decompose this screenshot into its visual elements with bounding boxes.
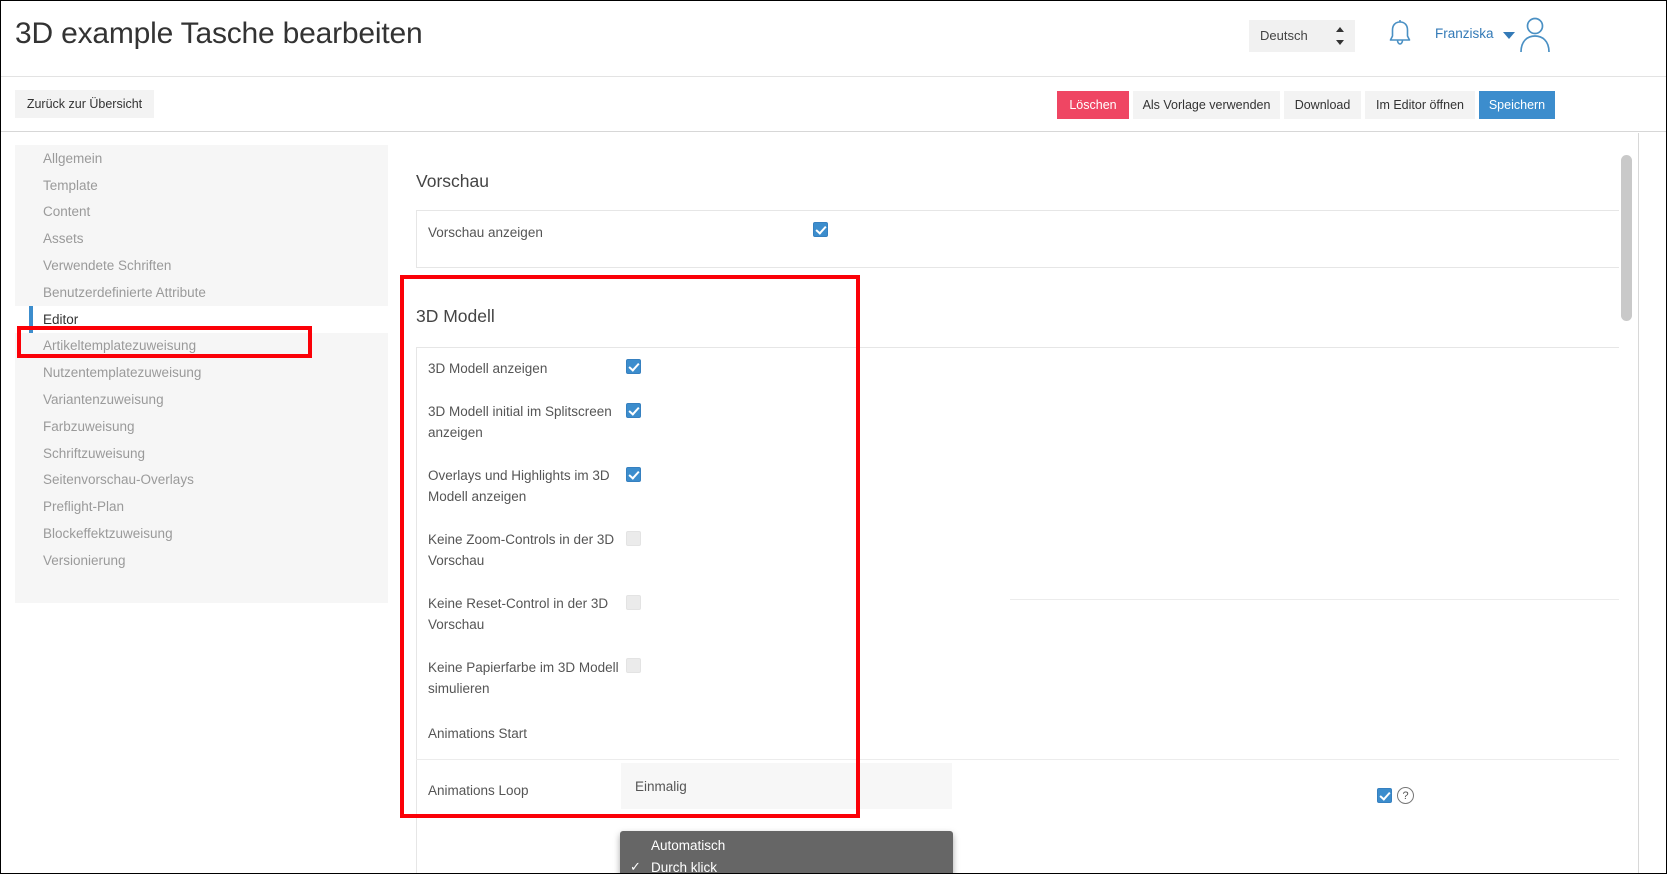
bell-icon	[1385, 17, 1415, 51]
preview-section-title: Vorschau	[416, 171, 489, 192]
sidebar-item-label: Allgemein	[43, 151, 102, 166]
sidebar-item-label: Verwendete Schriften	[43, 258, 171, 273]
notifications-button[interactable]	[1385, 17, 1415, 51]
model-no-reset-control-label: Keine Reset-Control in der 3D Vorschau	[428, 594, 623, 635]
sidebar-item-label: Template	[43, 178, 98, 193]
sidebar-item-artikeltemplatezuweisung[interactable]: Artikeltemplatezuweisung	[15, 333, 388, 360]
model-no-paper-color-checkbox[interactable]	[626, 658, 641, 673]
application-window: 3D example Tasche bearbeiten Deutsch Fra…	[0, 0, 1667, 874]
animation-loop-select[interactable]: Einmalig	[621, 763, 952, 809]
select-stepper-icon	[1335, 27, 1344, 45]
sidebar-item-editor[interactable]: Editor	[15, 306, 388, 333]
model-show-label: 3D Modell anzeigen	[428, 359, 623, 380]
sidebar-item-label: Content	[43, 204, 90, 219]
sidebar-item-template[interactable]: Template	[15, 172, 388, 199]
dropdown-option-label: Durch klick	[651, 860, 717, 874]
animation-start-dropdown[interactable]: Automatisch ✓ Durch klick	[620, 831, 953, 874]
settings-sidebar: Allgemein Template Content Assets Verwen…	[15, 145, 388, 603]
sidebar-item-label: Nutzentemplatezuweisung	[43, 365, 201, 380]
sidebar-item-label: Variantenzuweisung	[43, 392, 164, 407]
sidebar-item-schriftzuweisung[interactable]: Schriftzuweisung	[15, 440, 388, 467]
sidebar-item-label: Preflight-Plan	[43, 499, 124, 514]
save-button[interactable]: Speichern	[1479, 91, 1555, 119]
sidebar-item-label: Editor	[43, 312, 78, 327]
model-overlays-checkbox[interactable]	[626, 467, 641, 482]
preview-show-label: Vorschau anzeigen	[428, 223, 543, 244]
model-no-zoom-controls-label: Keine Zoom-Controls in der 3D Vorschau	[428, 530, 620, 571]
content-edge-line	[1638, 133, 1639, 874]
page-body: Allgemein Template Content Assets Verwen…	[1, 133, 1666, 874]
sidebar-item-verwendete-schriften[interactable]: Verwendete Schriften	[15, 252, 388, 279]
app-header: 3D example Tasche bearbeiten Deutsch Fra…	[1, 1, 1666, 77]
model-overlays-label: Overlays und Highlights im 3D Modell anz…	[428, 466, 620, 507]
back-to-overview-button[interactable]: Zurück zur Übersicht	[15, 90, 154, 118]
model-splitscreen-checkbox[interactable]	[626, 403, 641, 418]
dropdown-option-label: Automatisch	[651, 838, 725, 853]
page-title: 3D example Tasche bearbeiten	[15, 17, 422, 51]
help-icon[interactable]: ?	[1397, 787, 1414, 804]
sidebar-item-label: Blockeffektzuweisung	[43, 526, 173, 541]
sidebar-item-blockeffektzuweisung[interactable]: Blockeffektzuweisung	[15, 520, 388, 547]
animation-loop-label: Animations Loop	[428, 781, 529, 802]
panel-separator-right	[1010, 599, 1625, 600]
sidebar-item-variantenzuweisung[interactable]: Variantenzuweisung	[15, 386, 388, 413]
bottom-toggle-checkbox[interactable]	[1377, 788, 1392, 803]
sidebar-item-label: Artikeltemplatezuweisung	[43, 338, 196, 353]
settings-content: Vorschau Vorschau anzeigen 3D Modell 3D …	[402, 133, 1642, 874]
sidebar-item-label: Seitenvorschau-Overlays	[43, 472, 194, 487]
language-select-value: Deutsch	[1260, 28, 1308, 43]
model-section-title: 3D Modell	[416, 306, 495, 327]
checkmark-icon: ✓	[630, 859, 641, 874]
sidebar-item-benutzerdefinierte-attribute[interactable]: Benutzerdefinierte Attribute	[15, 279, 388, 306]
preview-panel	[416, 210, 1625, 268]
sidebar-item-preflight-plan[interactable]: Preflight-Plan	[15, 493, 388, 520]
user-menu-label[interactable]: Franziska	[1435, 26, 1494, 41]
sidebar-item-allgemein[interactable]: Allgemein	[15, 145, 388, 172]
sidebar-item-label: Farbzuweisung	[43, 419, 135, 434]
model-no-zoom-controls-checkbox[interactable]	[626, 531, 641, 546]
sidebar-item-versionierung[interactable]: Versionierung	[15, 547, 388, 574]
model-no-reset-control-checkbox[interactable]	[626, 595, 641, 610]
model-no-paper-color-label: Keine Papierfarbe im 3D Modell simuliere…	[428, 658, 620, 699]
chevron-down-icon[interactable]	[1503, 32, 1515, 39]
sidebar-item-content[interactable]: Content	[15, 199, 388, 226]
avatar[interactable]	[1517, 14, 1553, 54]
dropdown-option-durch-klick[interactable]: ✓ Durch klick	[620, 856, 953, 874]
row-separator	[416, 759, 1625, 760]
user-avatar-icon	[1517, 14, 1553, 54]
sidebar-item-nutzentemplatezuweisung[interactable]: Nutzentemplatezuweisung	[15, 359, 388, 386]
sidebar-item-seitenvorschau-overlays[interactable]: Seitenvorschau-Overlays	[15, 467, 388, 494]
model-show-checkbox[interactable]	[626, 359, 641, 374]
sidebar-item-label: Assets	[43, 231, 84, 246]
animation-start-label: Animations Start	[428, 724, 527, 745]
vertical-scrollbar-thumb[interactable]	[1621, 155, 1632, 321]
sidebar-item-label: Schriftzuweisung	[43, 446, 145, 461]
delete-button[interactable]: Löschen	[1057, 91, 1129, 119]
sidebar-item-farbzuweisung[interactable]: Farbzuweisung	[15, 413, 388, 440]
sidebar-item-label: Versionierung	[43, 553, 126, 568]
use-as-template-button[interactable]: Als Vorlage verwenden	[1133, 91, 1280, 119]
sidebar-item-assets[interactable]: Assets	[15, 225, 388, 252]
sidebar-item-label: Benutzerdefinierte Attribute	[43, 285, 206, 300]
preview-show-checkbox[interactable]	[813, 222, 828, 237]
download-button[interactable]: Download	[1284, 91, 1361, 119]
dropdown-option-automatisch[interactable]: Automatisch	[620, 834, 953, 856]
open-in-editor-button[interactable]: Im Editor öffnen	[1365, 91, 1475, 119]
language-select[interactable]: Deutsch	[1249, 20, 1355, 52]
model-splitscreen-label: 3D Modell initial im Splitscreen anzeige…	[428, 402, 620, 443]
